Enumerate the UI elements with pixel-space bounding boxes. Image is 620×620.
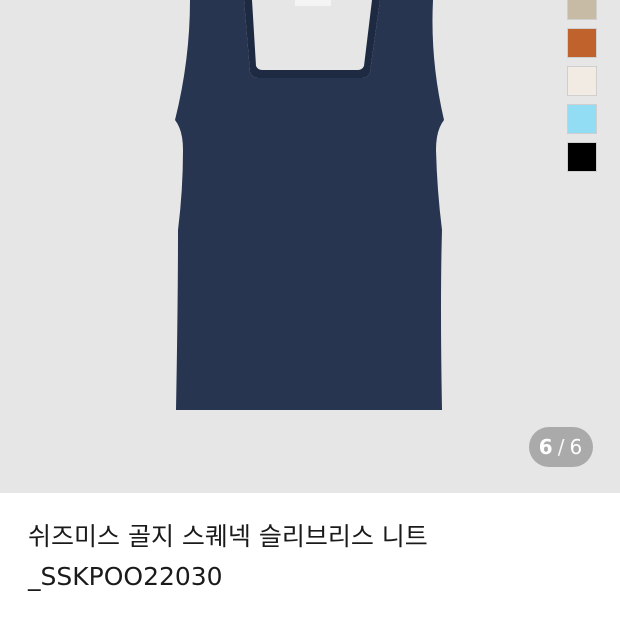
- image-counter-current: 6: [538, 435, 554, 459]
- garment-label: [295, 0, 331, 6]
- product-title-line2: _SSKPOO22030: [28, 562, 223, 591]
- image-counter-separator: /: [557, 435, 566, 459]
- color-swatch-list: [567, 0, 599, 180]
- color-swatch-brown[interactable]: [567, 28, 597, 58]
- image-counter-badge: 6 / 6: [529, 427, 593, 467]
- color-swatch-sky-blue[interactable]: [567, 104, 597, 134]
- product-title-line1: 쉬즈미스 골지 스퀘넥 슬리브리스 니트: [28, 522, 428, 551]
- product-title: 쉬즈미스 골지 스퀘넥 슬리브리스 니트 _SSKPOO22030: [28, 517, 592, 597]
- product-image-viewer[interactable]: 6 / 6: [0, 0, 620, 493]
- image-counter-total: 6: [569, 435, 584, 459]
- product-image[interactable]: [0, 0, 620, 493]
- product-info: 쉬즈미스 골지 스퀘넥 슬리브리스 니트 _SSKPOO22030: [0, 493, 620, 597]
- neckline-shadow: [244, 0, 380, 78]
- sleeveless-knit-top: [175, 0, 444, 410]
- color-swatch-beige[interactable]: [567, 0, 597, 20]
- color-swatch-cream[interactable]: [567, 66, 597, 96]
- color-swatch-black[interactable]: [567, 142, 597, 172]
